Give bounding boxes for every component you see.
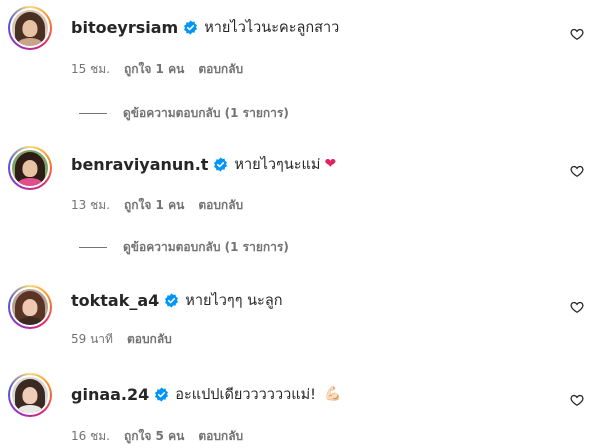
view-replies-button[interactable]: ดูข้อความตอบกลับ (1 รายการ)	[79, 104, 289, 122]
red-heart-emoji: ❤	[324, 156, 337, 172]
avatar[interactable]	[8, 146, 52, 190]
comment-time: 59 นาที	[71, 331, 113, 346]
divider	[79, 112, 107, 114]
verified-badge-icon	[165, 292, 179, 308]
comment-likes[interactable]: ถูกใจ 1 คน	[124, 60, 184, 79]
view-replies-label: ดูข้อความตอบกลับ (1 รายการ)	[123, 105, 289, 120]
avatar[interactable]	[8, 373, 52, 417]
comment-time: 16 ชม.	[71, 428, 110, 443]
heart-outline-icon[interactable]	[570, 27, 584, 41]
avatar[interactable]	[8, 285, 52, 329]
divider	[79, 246, 107, 248]
comment-username[interactable]: toktak_a4	[71, 291, 159, 310]
comment-time: 15 ชม.	[71, 61, 110, 76]
heart-outline-icon[interactable]	[570, 393, 584, 407]
comment-likes[interactable]: ถูกใจ 1 คน	[124, 196, 184, 215]
reply-button[interactable]: ตอบกลับ	[198, 60, 243, 79]
comment-time: 13 ชม.	[71, 197, 110, 212]
verified-badge-icon	[184, 19, 198, 35]
verified-badge-icon	[214, 156, 228, 172]
comment-username[interactable]: benraviyanun.t	[71, 155, 208, 174]
reply-button[interactable]: ตอบกลับ	[198, 427, 243, 446]
reply-button[interactable]: ตอบกลับ	[198, 196, 243, 215]
comment-username[interactable]: bitoeyrsiam	[71, 18, 178, 37]
reply-button[interactable]: ตอบกลับ	[127, 330, 172, 349]
comment-text: หายไวๆๆ นะลูก	[185, 292, 283, 309]
comment-text: หายไวไวนะคะลูกสาว	[204, 19, 340, 36]
flexed-biceps-emoji: 💪🏻	[323, 386, 342, 402]
comment-likes[interactable]: ถูกใจ 5 คน	[124, 427, 184, 446]
heart-outline-icon[interactable]	[570, 164, 584, 178]
view-replies-button[interactable]: ดูข้อความตอบกลับ (1 รายการ)	[79, 238, 289, 256]
verified-badge-icon	[155, 386, 169, 402]
comment-username[interactable]: ginaa.24	[71, 385, 149, 404]
heart-outline-icon[interactable]	[570, 300, 584, 314]
comment-text: หายไวๆนะแม่	[234, 156, 321, 173]
avatar[interactable]	[8, 6, 52, 50]
comment-text: อะแปปเดียววววววแม่!	[175, 386, 316, 403]
view-replies-label: ดูข้อความตอบกลับ (1 รายการ)	[123, 239, 289, 254]
